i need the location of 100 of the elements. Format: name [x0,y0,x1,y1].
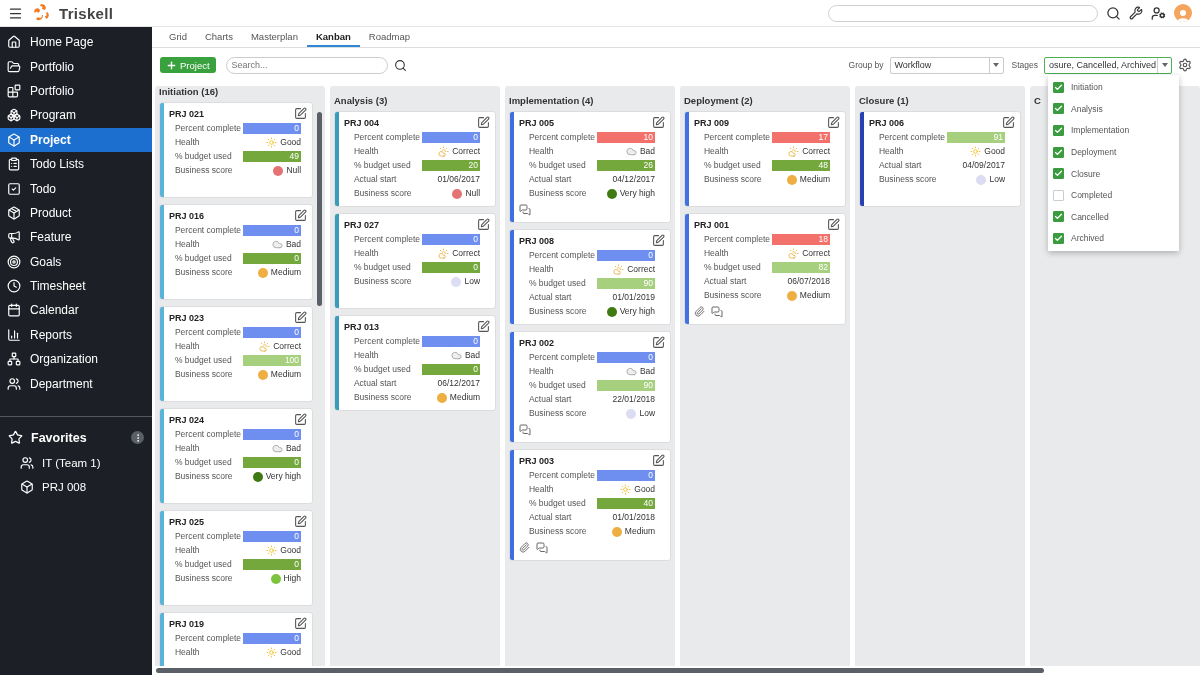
field-label: % budget used [353,160,412,171]
project-card[interactable]: PRJ 001 Percent complete 18 Health Correct % budget used 82 Actual start 06/07/2018 Business score Medium [684,213,846,325]
sidebar-item[interactable]: Calendar [0,298,152,323]
project-card[interactable]: PRJ 008 Percent complete 0 Health Correct % budget used 90 Actual start 01/01/2019 Business score Very high [509,229,671,325]
checkbox[interactable] [1053,125,1064,136]
checkbox[interactable] [1053,146,1064,158]
project-card[interactable]: PRJ 019 Percent complete 0 Health Good [159,612,313,666]
paperclip-icon[interactable] [519,542,530,553]
field-label: Percent complete [174,633,242,644]
sidebar-item[interactable]: Portfolio [0,54,152,79]
edit-icon[interactable] [652,234,665,247]
cloud-sun-icon [438,248,450,259]
favorite-item[interactable]: PRJ 008 [0,474,152,499]
tab[interactable]: Grid [160,27,196,47]
edit-icon[interactable] [652,116,665,129]
sidebar-item[interactable]: Goals [0,249,152,274]
field-label: Business score [528,188,588,199]
checkbox[interactable] [1053,232,1064,244]
score-value: Medium [799,174,831,185]
project-card[interactable]: PRJ 004 Percent complete 0 Health Correct % budget used 20 Actual start 01/06/2017 Business score Null [334,111,496,207]
search-field[interactable] [828,4,1098,22]
checkbox[interactable] [1053,211,1064,223]
checkbox[interactable] [1053,103,1064,115]
project-card[interactable]: PRJ 024 Percent complete 0 Health Bad % budget used 0 Business score Very high [159,408,313,504]
search-icon[interactable] [393,58,407,72]
project-card[interactable]: PRJ 009 Percent complete 17 Health Correct % budget used 48 Business score Medium [684,111,846,207]
checkbox[interactable] [1053,189,1064,201]
field-label: % budget used [174,151,233,162]
sidebar-item[interactable]: Todo Lists [0,151,152,177]
brand-name: Triskell [59,4,114,22]
sidebar-item[interactable]: Department [0,371,152,396]
sidebar-item[interactable]: Organization [0,347,152,372]
more-icon[interactable] [131,431,144,445]
search-icon[interactable] [1106,5,1121,21]
project-card[interactable]: PRJ 027 Percent complete 0 Health Correct % budget used 0 Business score Low [334,213,496,309]
project-card[interactable]: PRJ 021 Percent complete 0 Health Good % budget used 49 Business score Null [159,102,313,198]
project-card[interactable]: PRJ 003 Percent complete 0 Health Good % budget used 40 Actual start 01/01/2018 Business score Medium [509,449,671,561]
column-title: Analysis (3) [334,94,388,108]
progress-bar: 0 [422,132,481,143]
user-settings-icon[interactable] [1151,5,1166,21]
project-card[interactable]: PRJ 023 Percent complete 0 Health Correct % budget used 100 Business score Medium [159,306,313,402]
edit-icon[interactable] [1002,116,1015,129]
edit-icon[interactable] [294,515,307,528]
edit-icon[interactable] [477,320,490,333]
logo-icon [31,3,51,23]
project-card[interactable]: PRJ 025 Percent complete 0 Health Good % budget used 0 Business score High [159,510,313,606]
tab[interactable]: Kanban [306,27,360,47]
clock-icon [7,279,21,294]
edit-icon[interactable] [294,617,307,630]
tab[interactable]: Masterplan [241,27,307,47]
stages-label: Stages [1011,60,1038,70]
comments-icon[interactable] [519,204,531,216]
edit-icon[interactable] [652,454,665,467]
edit-icon[interactable] [294,311,307,324]
health-value: Good [280,545,302,556]
comments-icon[interactable] [519,424,531,436]
sidebar-item[interactable]: Todo [0,176,152,201]
settings-icon[interactable] [1178,58,1192,72]
comments-icon[interactable] [711,306,723,318]
tab[interactable]: Roadmap [359,27,419,47]
field-label: % budget used [528,380,587,391]
project-card[interactable]: PRJ 005 Percent complete 10 Health Bad % budget used 26 Actual start 04/12/2017 Business score Very high [509,111,671,223]
group-by-select[interactable]: Workflow [889,56,1004,74]
sidebar-item[interactable]: Portfolio [0,78,152,104]
field-label: Business score [703,290,763,301]
field-label: % budget used [174,457,233,468]
sidebar-item[interactable]: Home Page [0,30,152,55]
star-icon [8,430,23,446]
boxes-icon [7,108,21,123]
project-card[interactable]: PRJ 002 Percent complete 0 Health Bad % budget used 90 Actual start 22/01/2018 Business score Low [509,331,671,443]
scrollbar[interactable] [156,668,1044,673]
edit-icon[interactable] [294,107,307,120]
sidebar-item[interactable]: Program [0,103,152,128]
sidebar-item[interactable]: Reports [0,322,152,348]
edit-icon[interactable] [652,336,665,349]
checkbox[interactable] [1053,81,1064,93]
project-card[interactable]: PRJ 016 Percent complete 0 Health Bad % budget used 0 Business score Medium [159,204,313,300]
field-label: Business score [528,526,588,537]
project-card[interactable]: PRJ 013 Percent complete 0 Health Bad % budget used 0 Actual start 06/12/2017 Business score Medium [334,315,496,411]
edit-icon[interactable] [477,116,490,129]
paperclip-icon[interactable] [694,306,705,317]
edit-icon[interactable] [294,209,307,222]
comments-icon[interactable] [536,542,548,554]
favorite-item[interactable]: IT (Team 1) [0,450,152,475]
project-card[interactable]: PRJ 006 Percent complete 91 Health Good Actual start 04/09/2017 Business score Low [859,111,1021,207]
edit-icon[interactable] [477,218,490,231]
sidebar-item[interactable]: Feature [0,225,152,250]
search-field[interactable]: Search... [225,56,388,74]
project-id: PRJ 004 [344,117,380,128]
wrench-icon[interactable] [1129,6,1143,20]
scrollbar[interactable] [317,112,322,306]
edit-icon[interactable] [294,413,307,426]
edit-icon[interactable] [827,218,840,231]
sidebar-item[interactable]: Project [0,127,152,152]
sidebar-item[interactable]: Product [0,200,152,226]
tab[interactable]: Charts [195,27,242,47]
menu-icon[interactable] [8,5,23,21]
sidebar-item[interactable]: Timesheet [0,273,152,299]
checkbox[interactable] [1053,168,1064,180]
edit-icon[interactable] [827,116,840,129]
